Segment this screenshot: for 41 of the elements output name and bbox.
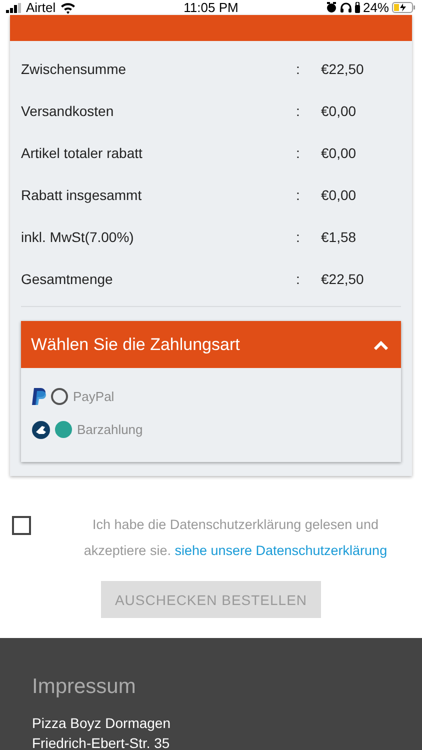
payment-title: Wählen Sie die Zahlungsart [31, 334, 240, 354]
summary-label: Artikel totaler rabatt [21, 145, 144, 161]
wifi-icon [60, 2, 76, 14]
summary-value: €22,50 [321, 61, 365, 77]
delivery-icon [32, 420, 50, 438]
summary-label: Rabatt insgesammt [21, 187, 143, 203]
summary-value: €1,58 [321, 229, 358, 245]
consent-text: Ich habe die Datenschutzerklärung gelesen und akzeptiere sie. siehe unsere Datenschutzerklärung [82, 516, 388, 560]
summary-value: €0,00 [321, 187, 358, 203]
payment-option-label: PayPal [73, 389, 114, 404]
summary-value: €0,00 [321, 145, 358, 161]
battery-icon [392, 2, 416, 13]
summary-value: €22,50 [321, 271, 365, 287]
radio-button[interactable] [55, 421, 72, 438]
colon-separator: : [296, 103, 301, 119]
summary-value: €0,00 [321, 103, 358, 119]
colon-separator: : [296, 61, 301, 77]
privacy-link[interactable]: siehe unsere Datenschutzerklärung [174, 543, 388, 558]
payment-option-label: Barzahlung [77, 422, 143, 437]
alarm-icon [326, 2, 337, 13]
clock-time: 11:05 PM [184, 0, 238, 15]
summary-label: Versandkosten [21, 103, 115, 119]
battery-percent: 24% [362, 0, 389, 15]
summary-label: inkl. MwSt(7.00%) [21, 229, 135, 245]
consent-checkbox[interactable] [12, 516, 31, 535]
headphones-icon [340, 2, 352, 13]
address-line: Pizza Boyz Dormagen [32, 714, 172, 733]
summary-label: Zwischensumme [21, 61, 128, 77]
colon-separator: : [296, 145, 301, 161]
lock-icon [354, 2, 360, 13]
payment-header[interactable]: Wählen Sie die Zahlungsart [21, 321, 401, 368]
paypal-icon [32, 388, 46, 406]
footer-title: Impressum [32, 675, 137, 699]
signal-icon [6, 2, 22, 12]
carrier-name: Airtel [26, 0, 56, 15]
colon-separator: : [296, 271, 301, 287]
radio-button[interactable] [51, 388, 68, 405]
address-line: Friedrich-Ebert-Str. 35 [32, 734, 171, 750]
colon-separator: : [296, 229, 301, 245]
colon-separator: : [296, 187, 301, 203]
summary-label: Gesamtmenge [21, 271, 114, 287]
